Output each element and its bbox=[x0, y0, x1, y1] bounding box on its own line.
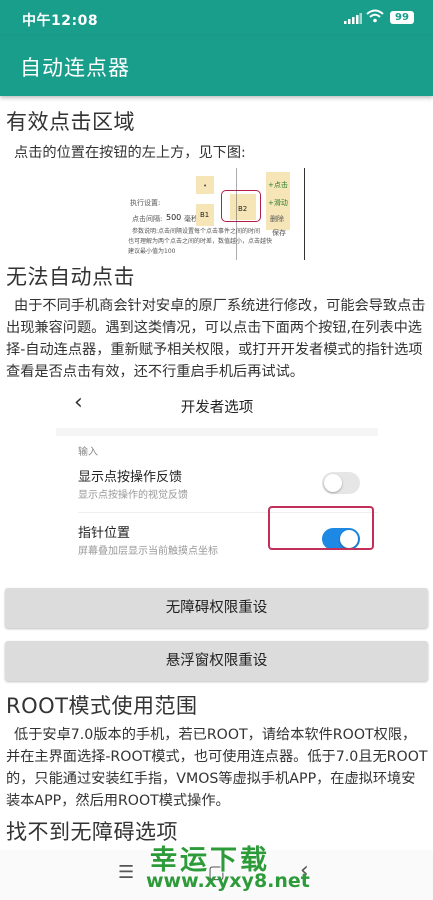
illus-side-swipe: +滑动 bbox=[268, 199, 288, 207]
illus-note-3: 建议最小值为100 bbox=[128, 248, 176, 255]
item-tap-feedback-title: 显示点按操作反馈 bbox=[78, 470, 183, 485]
menu-icon[interactable]: ☰ bbox=[118, 862, 134, 883]
item-pointer-location-title: 指针位置 bbox=[78, 526, 131, 541]
developer-options-illustration: ‹ 开发者选项 输入 显示点按操作反馈 显示点按操作的视觉反馈 指针位置 屏幕叠… bbox=[56, 380, 378, 576]
illus-side-delete: 删除 bbox=[270, 215, 284, 223]
accessibility-reset-button[interactable]: 无障碍权限重设 bbox=[5, 588, 428, 628]
heading-effective-area: 有效点击区域 bbox=[6, 110, 135, 134]
signal-icon bbox=[344, 12, 362, 28]
illus-b2-highlight bbox=[221, 190, 261, 222]
heading-root-mode: ROOT模式使用范围 bbox=[6, 694, 198, 718]
overlay-reset-button[interactable]: 悬浮窗权限重设 bbox=[5, 641, 428, 681]
illus-point-label: • bbox=[203, 182, 208, 190]
help-content[interactable]: 有效点击区域 点击的位置在按钮的左上方，见下图: • 执行设置: 点击间隔: 5… bbox=[0, 96, 433, 850]
effective-area-text: 点击的位置在按钮的左上方，见下图: bbox=[14, 145, 246, 161]
status-bar: 中午12:08 99 bbox=[0, 0, 433, 36]
watermark-url: www.xyxy8.net bbox=[146, 870, 310, 892]
app-bar: 自动连点器 bbox=[0, 36, 433, 96]
dev-options-title: 开发者选项 bbox=[180, 400, 254, 416]
illus-note-1: 参数说明:点击间隔设置每个点击事件之间的时间 bbox=[132, 228, 261, 235]
wifi-icon bbox=[366, 9, 384, 27]
app-title: 自动连点器 bbox=[20, 56, 130, 80]
illus-interval-value: 500 bbox=[166, 213, 182, 222]
auto-fail-text: 由于不同手机商会针对安卓的原厂系统进行修改，可能会导致点击出现兼容问题。遇到这类… bbox=[6, 298, 426, 380]
illus-side-save: 保存 bbox=[272, 229, 286, 237]
illus-setting-label: 执行设置: bbox=[130, 199, 161, 207]
heading-auto-fail: 无法自动点击 bbox=[6, 265, 135, 289]
illus-note-2: 也可理解为两个点击之间的时差，数值越小，点击越快 bbox=[128, 238, 273, 245]
illus-divider-right bbox=[304, 168, 305, 260]
illus-side-click: +点击 bbox=[268, 181, 288, 189]
tap-feedback-toggle bbox=[322, 472, 360, 494]
root-mode-text: 低于安卓7.0版本的手机，若已ROOT，请给本软件ROOT权限，并在主界面选择-… bbox=[6, 727, 428, 809]
battery-icon: 99 bbox=[390, 11, 414, 24]
click-area-illustration: • 执行设置: 点击间隔: 500 毫秒 B1 B2 +点击 +滑动 删除 保存… bbox=[128, 168, 310, 260]
dev-options-section-label: 输入 bbox=[78, 447, 98, 458]
item-tap-feedback-sub: 显示点按操作的视觉反馈 bbox=[78, 490, 188, 501]
dev-options-topbar: ‹ 开发者选项 bbox=[56, 380, 378, 428]
status-time: 中午12:08 bbox=[22, 13, 99, 29]
pointer-location-highlight bbox=[268, 506, 374, 550]
illus-b1-label: B1 bbox=[200, 211, 210, 219]
illus-interval-label: 点击间隔: bbox=[132, 215, 163, 223]
item-pointer-location-sub: 屏幕叠加层显示当前触摸点坐标 bbox=[78, 546, 218, 557]
illus-divider-left bbox=[236, 168, 237, 260]
